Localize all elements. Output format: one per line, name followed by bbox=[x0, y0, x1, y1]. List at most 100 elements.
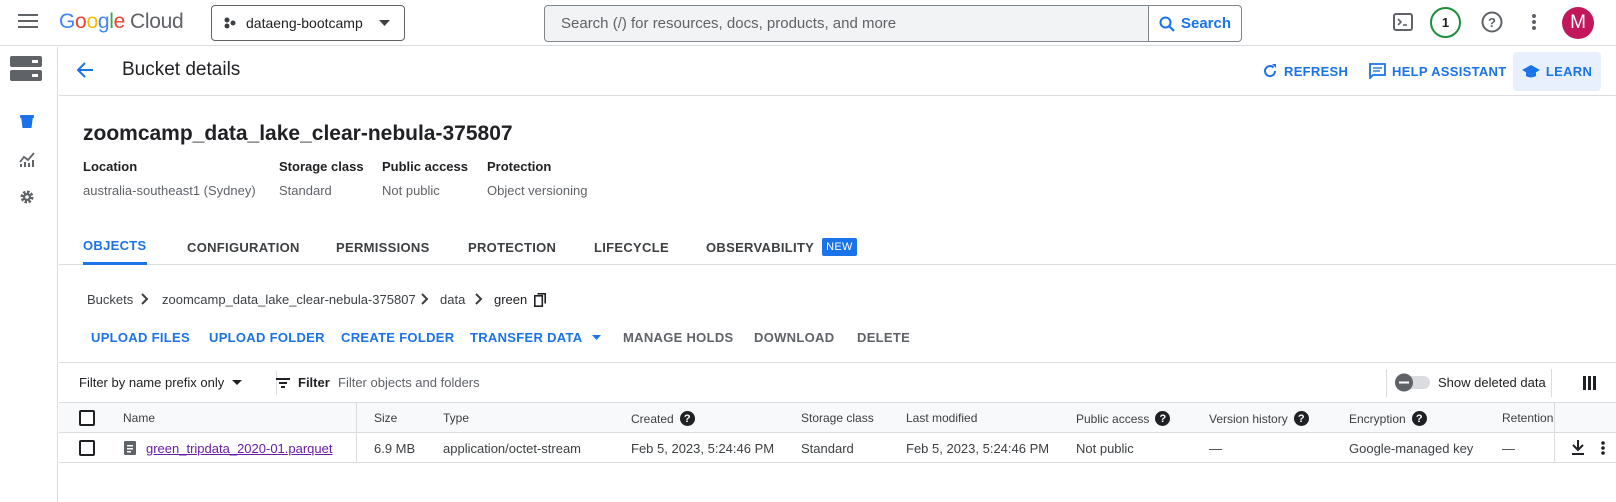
public-access-value: Not public bbox=[382, 183, 440, 198]
object-retention: — bbox=[1502, 441, 1515, 456]
main-menu-icon[interactable] bbox=[18, 13, 38, 29]
object-encryption: Google-managed key bbox=[1349, 441, 1474, 456]
row-more-options-icon[interactable] bbox=[1601, 441, 1605, 455]
show-deleted-toggle[interactable] bbox=[1394, 372, 1432, 392]
chevron-right-icon bbox=[421, 293, 429, 305]
cloud-storage-icon[interactable] bbox=[10, 56, 42, 82]
filter-icon bbox=[276, 377, 290, 388]
bucket-name: zoomcamp_data_lake_clear-nebula-375807 bbox=[83, 122, 513, 145]
avatar[interactable]: M bbox=[1562, 7, 1594, 39]
google-cloud-logo[interactable]: Google Cloud bbox=[59, 10, 184, 34]
upload-files-button[interactable]: UPLOAD FILES bbox=[91, 330, 190, 345]
dropdown-icon bbox=[232, 380, 243, 385]
tab-protection[interactable]: PROTECTION bbox=[468, 229, 556, 265]
tab-permissions[interactable]: PERMISSIONS bbox=[336, 229, 430, 265]
column-display-icon[interactable] bbox=[1583, 376, 1596, 390]
breadcrumb-current: green bbox=[494, 292, 528, 307]
search-input[interactable]: Search (/) for resources, docs, products… bbox=[545, 6, 1148, 41]
chat-icon bbox=[1369, 63, 1386, 79]
school-icon bbox=[1521, 64, 1540, 79]
column-encryption[interactable]: Encryption? bbox=[1349, 411, 1427, 426]
transfer-data-button[interactable]: TRANSFER DATA bbox=[470, 330, 602, 345]
new-badge: NEW bbox=[822, 238, 857, 256]
column-type[interactable]: Type bbox=[443, 411, 469, 425]
object-created: Feb 5, 2023, 5:24:46 PM bbox=[631, 441, 775, 456]
chevron-right-icon bbox=[141, 293, 149, 305]
object-version-history: — bbox=[1209, 441, 1222, 456]
column-storage-class[interactable]: Storage class bbox=[801, 411, 874, 425]
tab-lifecycle[interactable]: LIFECYCLE bbox=[594, 229, 669, 265]
help-icon[interactable]: ? bbox=[1293, 411, 1309, 426]
row-checkbox[interactable] bbox=[79, 440, 95, 456]
monitoring-icon[interactable] bbox=[19, 151, 35, 167]
learn-button[interactable]: LEARN bbox=[1513, 52, 1601, 91]
divider bbox=[1551, 369, 1552, 397]
column-divider bbox=[1554, 433, 1555, 463]
project-selector[interactable]: dataeng-bootcamp bbox=[211, 5, 405, 41]
help-assistant-button[interactable]: HELP ASSISTANT bbox=[1369, 47, 1506, 95]
column-divider[interactable] bbox=[356, 403, 357, 433]
object-type: application/octet-stream bbox=[443, 441, 582, 456]
search-icon bbox=[1159, 16, 1175, 32]
search-button[interactable]: Search bbox=[1148, 6, 1241, 41]
search-bar[interactable]: Search (/) for resources, docs, products… bbox=[544, 5, 1242, 42]
breadcrumb-buckets[interactable]: Buckets bbox=[87, 292, 133, 307]
column-size[interactable]: Size bbox=[374, 411, 397, 425]
object-public-access: Not public bbox=[1076, 441, 1134, 456]
column-created[interactable]: Created? bbox=[631, 411, 695, 426]
filter-bar: Filter by name prefix only Filter Filter… bbox=[59, 362, 1616, 403]
left-rail bbox=[0, 47, 58, 502]
tab-objects[interactable]: OBJECTS bbox=[83, 229, 147, 265]
table-row[interactable]: green_tripdata_2020-01.parquet 6.9 MB ap… bbox=[59, 433, 1616, 463]
manage-holds-button[interactable]: MANAGE HOLDS bbox=[623, 330, 734, 345]
storage-class-value: Standard bbox=[279, 183, 332, 198]
filter-mode-select[interactable]: Filter by name prefix only bbox=[79, 375, 243, 390]
notifications-badge[interactable]: 1 bbox=[1430, 7, 1461, 38]
protection-label: Protection bbox=[487, 159, 552, 174]
location-value: australia-southeast1 (Sydney) bbox=[83, 183, 256, 198]
storage-class-label: Storage class bbox=[279, 159, 364, 174]
table-header: Name Size Type Created? Storage class La… bbox=[59, 403, 1616, 433]
back-arrow-icon[interactable] bbox=[76, 61, 94, 79]
tab-configuration[interactable]: CONFIGURATION bbox=[187, 229, 300, 265]
refresh-button[interactable]: REFRESH bbox=[1262, 47, 1348, 95]
cloud-shell-icon[interactable] bbox=[1393, 12, 1413, 32]
breadcrumb-bucket[interactable]: zoomcamp_data_lake_clear-nebula-375807 bbox=[162, 292, 416, 307]
help-icon[interactable]: ? bbox=[1155, 411, 1171, 426]
object-storage-class: Standard bbox=[801, 441, 854, 456]
column-last-modified[interactable]: Last modified bbox=[906, 411, 977, 425]
project-name: dataeng-bootcamp bbox=[246, 15, 363, 31]
upload-folder-button[interactable]: UPLOAD FOLDER bbox=[209, 330, 325, 345]
select-all-checkbox[interactable] bbox=[79, 410, 95, 426]
filter-button[interactable]: Filter bbox=[276, 375, 330, 390]
copy-icon[interactable] bbox=[534, 293, 546, 307]
delete-button[interactable]: DELETE bbox=[857, 330, 910, 345]
svg-text:?: ? bbox=[1488, 15, 1496, 30]
file-icon bbox=[124, 441, 136, 455]
filter-input[interactable]: Filter objects and folders bbox=[338, 375, 480, 390]
breadcrumb-data[interactable]: data bbox=[440, 292, 465, 307]
help-icon[interactable]: ? bbox=[679, 411, 695, 426]
column-public-access[interactable]: Public access? bbox=[1076, 411, 1171, 426]
help-icon[interactable]: ? bbox=[1481, 11, 1503, 33]
object-last-modified: Feb 5, 2023, 5:24:46 PM bbox=[906, 441, 1050, 456]
project-icon bbox=[224, 17, 236, 29]
page-header: Bucket details REFRESH HELP ASSISTANT LE… bbox=[59, 47, 1616, 96]
column-name[interactable]: Name bbox=[123, 411, 155, 425]
object-name-link[interactable]: green_tripdata_2020-01.parquet bbox=[146, 441, 332, 456]
buckets-icon[interactable] bbox=[19, 113, 35, 129]
more-options-icon[interactable] bbox=[1532, 14, 1536, 30]
column-retention[interactable]: Retention bbox=[1502, 411, 1553, 425]
page-title: Bucket details bbox=[122, 59, 241, 80]
settings-icon[interactable] bbox=[19, 189, 35, 205]
column-version-history[interactable]: Version history? bbox=[1209, 411, 1309, 426]
dropdown-icon bbox=[379, 20, 390, 26]
protection-value: Object versioning bbox=[487, 183, 588, 198]
tab-observability[interactable]: OBSERVABILITY NEW bbox=[706, 229, 857, 265]
download-button[interactable]: DOWNLOAD bbox=[754, 330, 834, 345]
create-folder-button[interactable]: CREATE FOLDER bbox=[341, 330, 454, 345]
download-icon[interactable] bbox=[1571, 440, 1585, 456]
top-bar: Google Cloud dataeng-bootcamp Search (/) … bbox=[0, 0, 1616, 46]
help-icon[interactable]: ? bbox=[1411, 411, 1427, 426]
tab-bar: OBJECTS CONFIGURATION PERMISSIONS PROTEC… bbox=[59, 229, 1616, 265]
